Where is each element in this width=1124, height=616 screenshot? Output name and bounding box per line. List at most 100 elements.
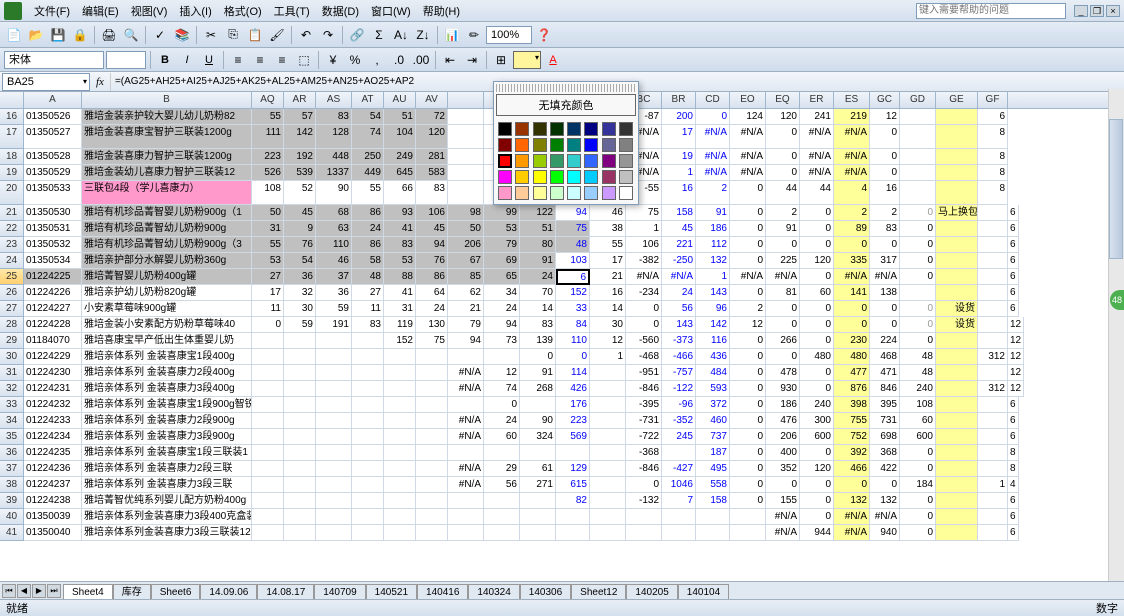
- cell[interactable]: [352, 477, 384, 493]
- sort-desc-icon[interactable]: Z↓: [413, 25, 433, 45]
- color-swatch[interactable]: [567, 186, 581, 200]
- cell[interactable]: [978, 461, 1008, 477]
- cell[interactable]: [284, 509, 316, 525]
- open-icon[interactable]: 📂: [26, 25, 46, 45]
- cell[interactable]: [416, 477, 448, 493]
- select-all-corner[interactable]: [0, 92, 24, 108]
- cell[interactable]: [252, 525, 284, 541]
- cell[interactable]: 48: [900, 349, 936, 365]
- cell[interactable]: 94: [556, 205, 590, 221]
- cell[interactable]: 241: [800, 109, 834, 125]
- sheet-tab[interactable]: Sheet4: [63, 584, 113, 600]
- cell[interactable]: 1: [978, 477, 1008, 493]
- cell[interactable]: 0: [766, 125, 800, 149]
- col-header-AV[interactable]: AV: [416, 92, 448, 108]
- cell[interactable]: 8: [978, 181, 1008, 205]
- cell[interactable]: 106: [416, 205, 448, 221]
- cell[interactable]: 21: [590, 269, 626, 285]
- cell[interactable]: 86: [352, 237, 384, 253]
- cell[interactable]: 01224230: [24, 365, 82, 381]
- cell[interactable]: 2: [730, 301, 766, 317]
- cell[interactable]: 79: [484, 237, 520, 253]
- cell[interactable]: 45: [416, 221, 448, 237]
- cell[interactable]: 106: [626, 237, 662, 253]
- cell[interactable]: 600: [800, 429, 834, 445]
- cell[interactable]: [352, 413, 384, 429]
- cell[interactable]: 426: [556, 381, 590, 397]
- cell[interactable]: [978, 397, 1008, 413]
- cell[interactable]: #N/A: [448, 429, 484, 445]
- cell[interactable]: [590, 397, 626, 413]
- cell[interactable]: 82: [556, 493, 590, 509]
- cell[interactable]: [936, 181, 978, 205]
- cell[interactable]: #N/A: [800, 125, 834, 149]
- color-swatch[interactable]: [515, 154, 529, 168]
- cell[interactable]: 0: [900, 301, 936, 317]
- sheet-tab[interactable]: 140205: [626, 584, 677, 600]
- cell[interactable]: [384, 525, 416, 541]
- cell[interactable]: [448, 109, 484, 125]
- cell[interactable]: 1: [696, 269, 730, 285]
- cell[interactable]: 01224236: [24, 461, 82, 477]
- cell[interactable]: [284, 413, 316, 429]
- cell[interactable]: 155: [766, 493, 800, 509]
- color-swatch[interactable]: [498, 186, 512, 200]
- percent-icon[interactable]: %: [345, 50, 365, 70]
- cell[interactable]: 99: [484, 205, 520, 221]
- cell[interactable]: 0: [800, 221, 834, 237]
- row-header[interactable]: 16: [0, 109, 24, 125]
- cell[interactable]: [978, 285, 1008, 301]
- cell[interactable]: [936, 461, 978, 477]
- cell[interactable]: 480: [834, 349, 870, 365]
- cell[interactable]: 0: [766, 149, 800, 165]
- cell[interactable]: 93: [384, 205, 416, 221]
- cell[interactable]: 480: [800, 349, 834, 365]
- col-header-ER[interactable]: ER: [800, 92, 834, 108]
- sheet-tab[interactable]: 140709: [314, 584, 365, 600]
- cell[interactable]: -722: [626, 429, 662, 445]
- cell[interactable]: 91: [696, 205, 730, 221]
- cell[interactable]: 53: [252, 253, 284, 269]
- tab-prev-icon[interactable]: ◀: [17, 584, 31, 598]
- cell[interactable]: 雅培亲体系列 金装喜康力2段400g: [82, 365, 252, 381]
- color-swatch[interactable]: [619, 154, 633, 168]
- cell[interactable]: 33: [556, 301, 590, 317]
- cell[interactable]: 0: [900, 317, 936, 333]
- cell[interactable]: 449: [352, 165, 384, 181]
- cell[interactable]: 0: [834, 237, 870, 253]
- sort-asc-icon[interactable]: A↓: [391, 25, 411, 45]
- cell[interactable]: 0: [730, 181, 766, 205]
- cell[interactable]: [448, 149, 484, 165]
- cell[interactable]: [936, 381, 978, 397]
- cell[interactable]: #N/A: [626, 269, 662, 285]
- cell[interactable]: 30: [284, 301, 316, 317]
- cell[interactable]: 91: [520, 253, 556, 269]
- spellcheck-icon[interactable]: ✓: [150, 25, 170, 45]
- cell[interactable]: 1: [626, 221, 662, 237]
- cell[interactable]: [936, 269, 978, 285]
- cell[interactable]: 6: [1008, 237, 1019, 253]
- align-center-icon[interactable]: ≡: [250, 50, 270, 70]
- cell[interactable]: 400: [766, 445, 800, 461]
- cell[interactable]: 雅培金装亲护较大婴儿幼儿奶粉82: [82, 109, 252, 125]
- italic-icon[interactable]: I: [177, 50, 197, 70]
- cell[interactable]: [448, 165, 484, 181]
- cell[interactable]: 8: [1008, 461, 1019, 477]
- color-swatch[interactable]: [584, 138, 598, 152]
- tab-first-icon[interactable]: ⏮: [2, 584, 16, 598]
- cell[interactable]: 0: [800, 493, 834, 509]
- cell[interactable]: 312: [978, 349, 1008, 365]
- cell[interactable]: [936, 413, 978, 429]
- cell[interactable]: [484, 509, 520, 525]
- row-header[interactable]: 37: [0, 461, 24, 477]
- cell[interactable]: 0: [696, 109, 730, 125]
- cell[interactable]: 0: [870, 165, 900, 181]
- cell[interactable]: #N/A: [448, 413, 484, 429]
- cell[interactable]: #N/A: [448, 381, 484, 397]
- cell[interactable]: 12: [870, 109, 900, 125]
- tab-next-icon[interactable]: ▶: [32, 584, 46, 598]
- underline-icon[interactable]: U: [199, 50, 219, 70]
- cell[interactable]: 89: [834, 221, 870, 237]
- cell[interactable]: 38: [590, 221, 626, 237]
- cell[interactable]: 64: [416, 285, 448, 301]
